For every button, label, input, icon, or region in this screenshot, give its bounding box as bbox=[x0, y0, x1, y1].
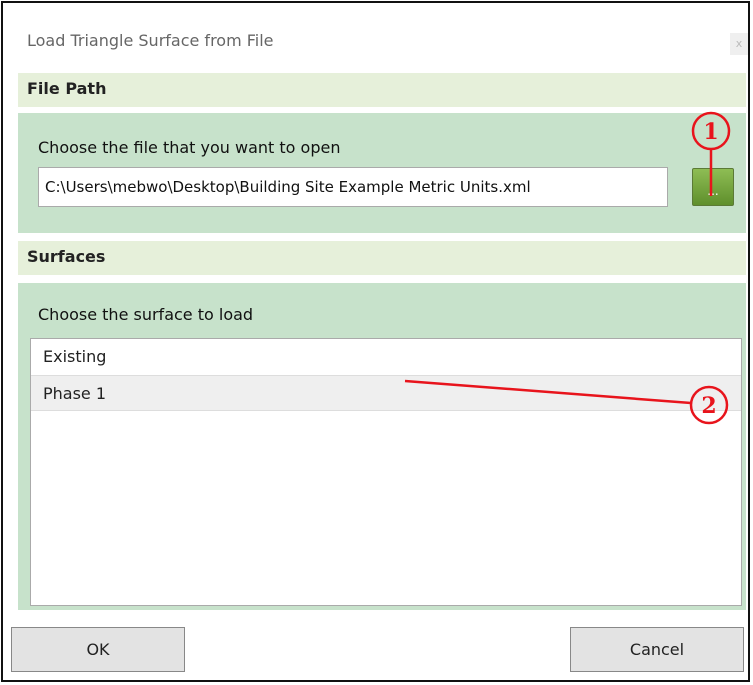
file-path-prompt: Choose the file that you want to open bbox=[38, 138, 341, 157]
file-path-input[interactable] bbox=[38, 167, 668, 207]
surfaces-panel: Choose the surface to load Existing Phas… bbox=[18, 283, 746, 615]
surface-list[interactable]: Existing Phase 1 bbox=[30, 338, 742, 606]
title-bar: Load Triangle Surface from File x bbox=[3, 3, 748, 67]
file-path-header-label: File Path bbox=[27, 79, 107, 98]
surfaces-header: Surfaces bbox=[18, 241, 746, 275]
surfaces-prompt: Choose the surface to load bbox=[38, 305, 254, 324]
close-button[interactable]: x bbox=[730, 33, 748, 55]
file-path-panel: Choose the file that you want to open ..… bbox=[18, 113, 746, 233]
load-surface-dialog: Load Triangle Surface from File x File P… bbox=[1, 1, 750, 682]
surfaces-header-label: Surfaces bbox=[27, 247, 106, 266]
list-item-existing[interactable]: Existing bbox=[31, 339, 741, 375]
cancel-button[interactable]: Cancel bbox=[570, 627, 744, 672]
ok-button[interactable]: OK bbox=[11, 627, 185, 672]
file-path-header: File Path bbox=[18, 73, 746, 107]
dialog-footer: OK Cancel bbox=[3, 610, 748, 680]
browse-button[interactable]: ... bbox=[692, 168, 734, 206]
dialog-title: Load Triangle Surface from File bbox=[27, 31, 274, 50]
list-item-phase-1[interactable]: Phase 1 bbox=[31, 375, 741, 411]
